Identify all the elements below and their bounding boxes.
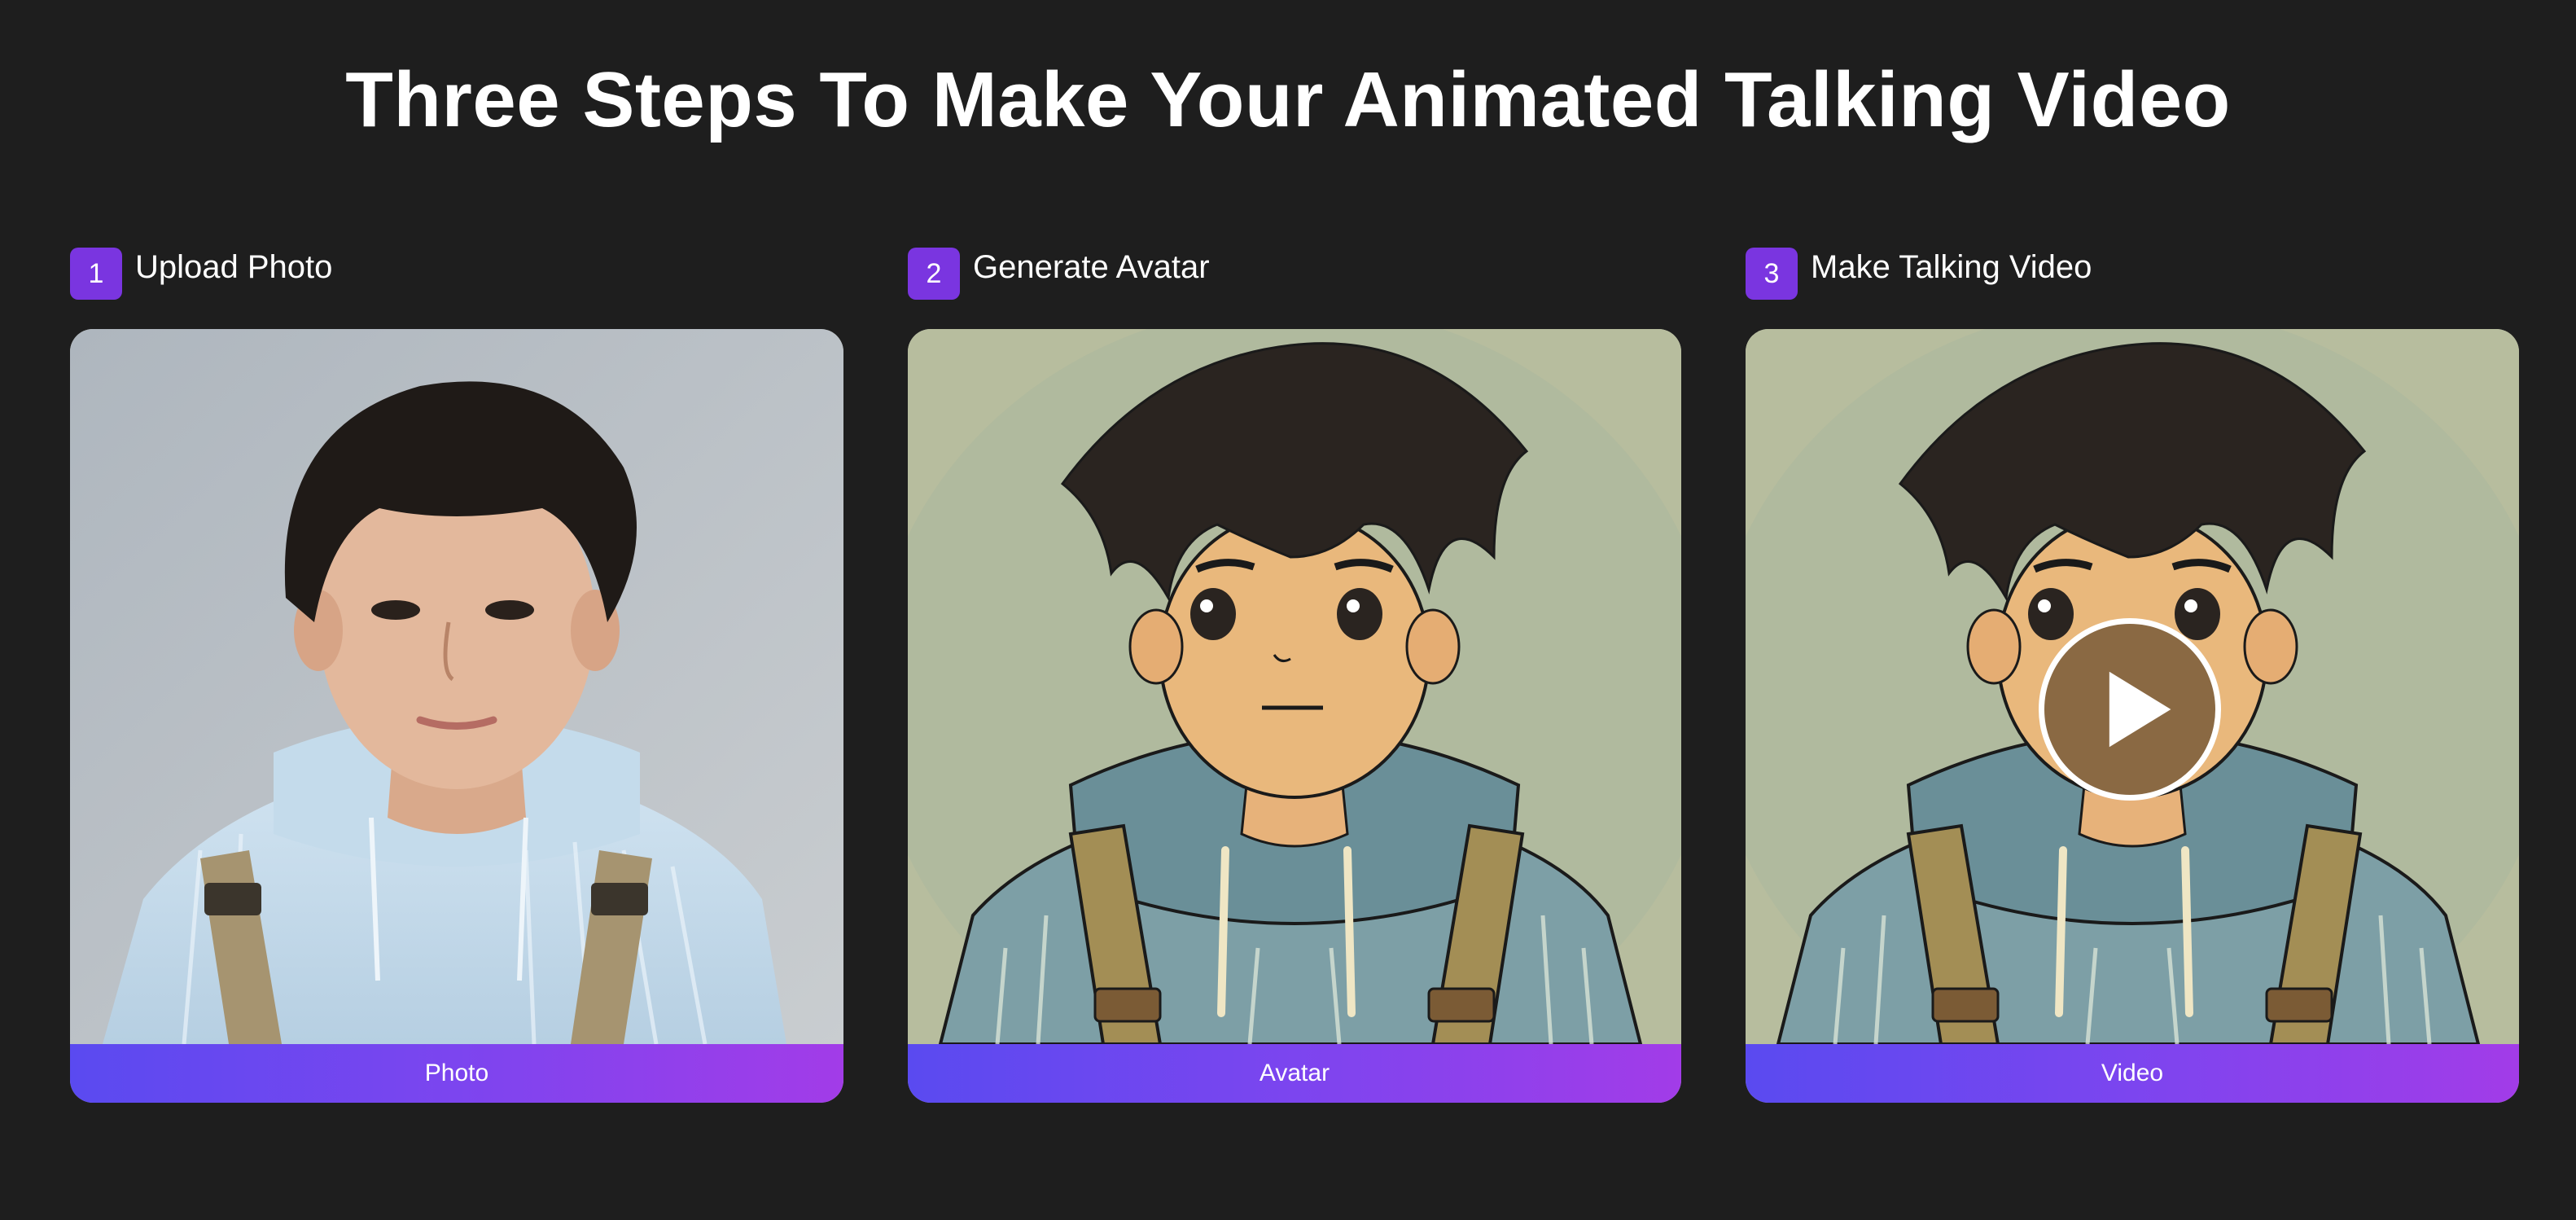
avatar-card[interactable]: Avatar xyxy=(908,329,1681,1103)
video-card[interactable]: Video xyxy=(1746,329,2519,1103)
card-caption: Video xyxy=(1746,1044,2519,1103)
step-number-badge: 3 xyxy=(1746,248,1798,300)
play-button[interactable] xyxy=(2039,618,2221,801)
play-icon xyxy=(2109,671,2171,748)
step-number-badge: 2 xyxy=(908,248,960,300)
page-title: Three Steps To Make Your Animated Talkin… xyxy=(345,56,2231,143)
card-caption: Photo xyxy=(70,1044,843,1103)
step-header: 2 Generate Avatar xyxy=(908,244,1681,301)
photo-image xyxy=(70,329,843,1044)
step-header: 1 Upload Photo xyxy=(70,244,843,301)
step-title: Upload Photo xyxy=(135,249,333,285)
step-number-badge: 1 xyxy=(70,248,122,300)
step-make-talking-video: 3 Make Talking Video Video xyxy=(1746,244,2519,1103)
card-caption: Avatar xyxy=(908,1044,1681,1103)
step-title: Make Talking Video xyxy=(1811,249,2092,285)
step-title: Generate Avatar xyxy=(973,249,1210,285)
step-header: 3 Make Talking Video xyxy=(1746,244,2519,301)
photo-card[interactable]: Photo xyxy=(70,329,843,1103)
step-upload-photo: 1 Upload Photo Photo xyxy=(70,244,843,1103)
step-generate-avatar: 2 Generate Avatar Avatar xyxy=(908,244,1681,1103)
avatar-image xyxy=(908,329,1681,1044)
